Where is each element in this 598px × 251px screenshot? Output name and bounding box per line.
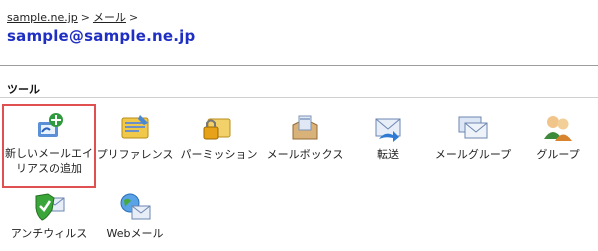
section-title-tools: ツール — [7, 83, 40, 96]
tool-mail-group[interactable]: メールグループ — [428, 113, 518, 162]
tool-label: 新しいメールエイ — [5, 147, 93, 160]
mail-group-icon — [458, 116, 488, 139]
tool-label: プリファレンス — [96, 148, 174, 161]
add-alias-icon — [38, 113, 63, 137]
tool-label: メールグループ — [434, 148, 512, 161]
preferences-icon — [121, 115, 149, 139]
webmail-globe-icon — [120, 193, 151, 220]
tool-forward[interactable]: 転送 — [343, 113, 433, 162]
tool-add-mail-alias[interactable]: 新しいメールエイ リアスの追加 — [2, 104, 96, 188]
tool-preferences[interactable]: プリファレンス — [90, 113, 180, 162]
tool-label: 転送 — [377, 148, 399, 161]
group-users-icon — [544, 116, 572, 141]
breadcrumb-separator: > — [80, 11, 90, 24]
breadcrumb-link-domain[interactable]: sample.ne.jp — [7, 11, 78, 24]
tool-permissions[interactable]: パーミッション — [174, 113, 264, 162]
section-divider — [0, 97, 598, 98]
breadcrumb-link-mail[interactable]: メール — [93, 11, 126, 24]
tool-label: アンチウィルス — [10, 227, 88, 240]
tool-label: パーミッション — [180, 148, 258, 161]
tool-label: Webメール — [106, 227, 164, 240]
tool-antivirus[interactable]: アンチウィルス — [4, 192, 94, 241]
page-title: sample@sample.ne.jp — [7, 27, 196, 45]
tool-webmail[interactable]: Webメール — [90, 192, 180, 241]
breadcrumb-separator: > — [128, 11, 139, 24]
tool-mailbox[interactable]: メールボックス — [260, 113, 350, 162]
header-divider — [0, 65, 598, 66]
forward-mail-icon — [375, 118, 401, 142]
permissions-lock-icon — [203, 118, 231, 140]
tool-group[interactable]: グループ — [513, 113, 598, 162]
tool-label: グループ — [536, 148, 580, 161]
tool-label: リアスの追加 — [16, 162, 82, 175]
antivirus-shield-icon — [35, 193, 65, 221]
breadcrumb: sample.ne.jp > メール > — [7, 9, 141, 25]
mailbox-icon — [292, 115, 318, 140]
tool-label: メールボックス — [266, 148, 344, 161]
